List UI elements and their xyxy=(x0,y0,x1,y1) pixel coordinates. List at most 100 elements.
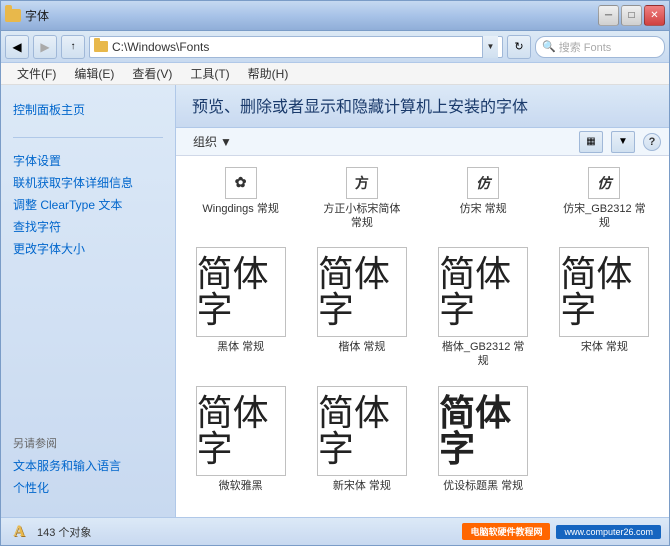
font-label-kaiti-gb: 楷体_GB2312 常规 xyxy=(442,340,525,369)
font-small-preview-fangsong-gb: 仿 xyxy=(588,167,620,199)
watermark2: www.computer26.com xyxy=(556,525,661,539)
sidebar-control-panel[interactable]: 控制面板主页 xyxy=(13,99,163,121)
font-preview-text-kaiti: 简体字 xyxy=(318,256,406,328)
font-item-fangsong-gb[interactable]: 仿 仿宋_GB2312 常规 xyxy=(548,164,661,234)
font-item-kaiti[interactable]: 简体字 楷体 常规 xyxy=(305,242,418,374)
font-preview-kaiti-gb: 简体字 xyxy=(438,247,528,337)
sidebar-link-font-settings[interactable]: 字体设置 xyxy=(13,150,163,172)
statusbar: A 143 个对象 电脑软硬件教程网 www.computer26.com xyxy=(1,517,669,545)
taskbar-area: 电脑软硬件教程网 www.computer26.com xyxy=(462,523,661,540)
watermark-url: www.computer26.com xyxy=(564,527,653,537)
window-title: 字体 xyxy=(25,7,49,24)
titlebar-left: 字体 xyxy=(5,7,49,24)
address-dropdown[interactable]: ▼ xyxy=(482,36,498,58)
forward-button[interactable]: ▶ xyxy=(33,35,57,59)
font-item-kaiti-gb[interactable]: 简体字 楷体_GB2312 常规 xyxy=(427,242,540,374)
menubar: 文件(F) 编辑(E) 查看(V) 工具(T) 帮助(H) xyxy=(1,63,669,85)
view-button[interactable]: ▦ xyxy=(579,131,603,153)
font-item-heiti[interactable]: 简体字 黑体 常规 xyxy=(184,242,297,374)
font-small-preview-wingdings: ✿ xyxy=(225,167,257,199)
font-preview-text-heiti: 简体字 xyxy=(197,256,285,328)
titlebar-controls: ─ □ ✕ xyxy=(598,5,665,26)
up-button[interactable]: ↑ xyxy=(61,35,85,59)
search-box[interactable]: 🔍 搜索 Fonts xyxy=(535,36,665,58)
font-preview-heiti: 简体字 xyxy=(196,247,286,337)
status-count: 143 个对象 xyxy=(37,524,91,540)
sidebar-link-online-info[interactable]: 联机获取字体详细信息 xyxy=(13,172,163,194)
organize-label: 组织 xyxy=(193,133,217,150)
font-preview-text-newsongti: 简体字 xyxy=(318,395,406,467)
font-small-preview-fangzheng: 方 xyxy=(346,167,378,199)
page-title: 预览、删除或者显示和隐藏计算机上安装的字体 xyxy=(192,93,653,117)
search-placeholder: 搜索 Fonts xyxy=(559,39,612,55)
sidebar-divider xyxy=(13,137,163,138)
font-preview-text-kaiti-gb: 简体字 xyxy=(439,256,527,328)
font-label-fangzheng: 方正小标宋简体常规 xyxy=(323,202,400,231)
maximize-button[interactable]: □ xyxy=(621,5,642,26)
font-label-youshe: 优设标题黑 常规 xyxy=(443,479,523,493)
sidebar-also-section: 另请参阅 文本服务和输入语言 个性化 xyxy=(1,431,175,507)
minimize-button[interactable]: ─ xyxy=(598,5,619,26)
menu-tools[interactable]: 工具(T) xyxy=(182,63,237,84)
font-label-fangsong: 仿宋 常规 xyxy=(460,202,507,216)
sidebar-link-find-char[interactable]: 查找字符 xyxy=(13,216,163,238)
font-preview-kaiti: 简体字 xyxy=(317,247,407,337)
empty-cell xyxy=(548,381,661,498)
help-button[interactable]: ? xyxy=(643,133,661,151)
page-title-bar: 预览、删除或者显示和隐藏计算机上安装的字体 xyxy=(176,85,669,128)
sidebar-link-personalization[interactable]: 个性化 xyxy=(13,477,163,499)
menu-view[interactable]: 查看(V) xyxy=(124,63,180,84)
menu-help[interactable]: 帮助(H) xyxy=(240,63,297,84)
organize-dropdown-icon: ▼ xyxy=(220,135,232,149)
font-small-preview-fangsong: 仿 xyxy=(467,167,499,199)
window-icon xyxy=(5,8,21,24)
organize-button[interactable]: 组织 ▼ xyxy=(184,130,241,153)
view-dropdown-button[interactable]: ▼ xyxy=(611,131,635,153)
font-item-yahei[interactable]: 简体字 微软雅黑 xyxy=(184,381,297,498)
sidebar-link-cleartype[interactable]: 调整 ClearType 文本 xyxy=(13,194,163,216)
sidebar-link-text-services[interactable]: 文本服务和输入语言 xyxy=(13,455,163,477)
address-path: C:\Windows\Fonts xyxy=(112,40,482,54)
watermark: 电脑软硬件教程网 xyxy=(462,523,550,540)
window: 字体 ─ □ ✕ ◀ ▶ ↑ C:\Windows\Fonts ▼ ↻ 🔍 搜索… xyxy=(0,0,670,546)
font-label-heiti: 黑体 常规 xyxy=(217,340,264,354)
toolbar: 组织 ▼ ▦ ▼ ? xyxy=(176,128,669,156)
sidebar-spacer xyxy=(1,268,175,431)
watermark-text: 电脑软硬件教程网 xyxy=(470,525,542,538)
font-label-wingdings: Wingdings 常规 xyxy=(202,202,278,216)
font-preview-youshe: 简体字 xyxy=(438,386,528,476)
status-font-icon: A xyxy=(9,522,29,542)
font-label-kaiti: 楷体 常规 xyxy=(338,340,385,354)
address-folder-icon xyxy=(94,41,108,52)
refresh-button[interactable]: ↻ xyxy=(507,35,531,59)
font-item-newsongti[interactable]: 简体字 新宋体 常规 xyxy=(305,381,418,498)
font-preview-text-songti: 简体字 xyxy=(560,256,648,328)
sidebar: 控制面板主页 字体设置 联机获取字体详细信息 调整 ClearType 文本 查… xyxy=(1,85,176,517)
font-item-youshe[interactable]: 简体字 优设标题黑 常规 xyxy=(427,381,540,498)
font-label-fangsong-gb: 仿宋_GB2312 常规 xyxy=(563,202,646,231)
font-label-songti: 宋体 常规 xyxy=(581,340,628,354)
sidebar-links-section: 字体设置 联机获取字体详细信息 调整 ClearType 文本 查找字符 更改字… xyxy=(1,146,175,268)
addressbar: ◀ ▶ ↑ C:\Windows\Fonts ▼ ↻ 🔍 搜索 Fonts xyxy=(1,31,669,63)
font-preview-text-youshe: 简体字 xyxy=(439,395,527,467)
address-bar[interactable]: C:\Windows\Fonts ▼ xyxy=(89,36,503,58)
close-button[interactable]: ✕ xyxy=(644,5,665,26)
menu-file[interactable]: 文件(F) xyxy=(9,63,64,84)
font-item-wingdings[interactable]: ✿ Wingdings 常规 xyxy=(184,164,297,234)
folder-icon xyxy=(5,9,21,22)
font-preview-songti: 简体字 xyxy=(559,247,649,337)
sidebar-main-section: 控制面板主页 xyxy=(1,95,175,129)
content-wrapper: 控制面板主页 字体设置 联机获取字体详细信息 调整 ClearType 文本 查… xyxy=(1,85,669,517)
font-item-songti[interactable]: 简体字 宋体 常规 xyxy=(548,242,661,374)
sidebar-link-font-size[interactable]: 更改字体大小 xyxy=(13,238,163,260)
main-content: 预览、删除或者显示和隐藏计算机上安装的字体 组织 ▼ ▦ ▼ ? ✿ Wingd… xyxy=(176,85,669,517)
font-item-fangzheng[interactable]: 方 方正小标宋简体常规 xyxy=(305,164,418,234)
titlebar: 字体 ─ □ ✕ xyxy=(1,1,669,31)
back-button[interactable]: ◀ xyxy=(5,35,29,59)
font-item-fangsong[interactable]: 仿 仿宋 常规 xyxy=(427,164,540,234)
menu-edit[interactable]: 编辑(E) xyxy=(66,63,122,84)
font-label-yahei: 微软雅黑 xyxy=(219,479,263,493)
font-preview-yahei: 简体字 xyxy=(196,386,286,476)
font-label-newsongti: 新宋体 常规 xyxy=(333,479,391,493)
font-grid: ✿ Wingdings 常规 方 方正小标宋简体常规 仿 仿宋 常规 仿 仿宋_… xyxy=(176,156,669,517)
